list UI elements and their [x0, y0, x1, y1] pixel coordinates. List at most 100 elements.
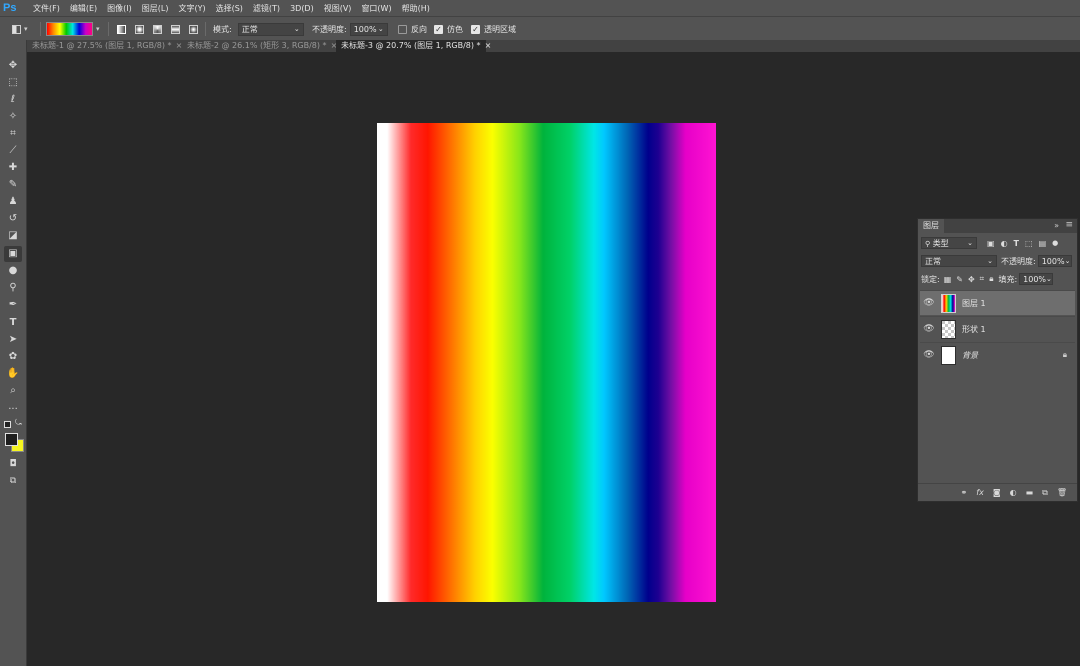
- collapse-icon[interactable]: »: [1054, 221, 1059, 230]
- opacity-field[interactable]: 100% ⌄: [349, 22, 388, 36]
- layer-row-layer-1[interactable]: 👁︎ 图层 1: [920, 290, 1075, 315]
- lock-all-icon[interactable]: 🔒︎: [989, 274, 993, 284]
- smart-object-filter-icon[interactable]: ▤: [1039, 239, 1047, 248]
- dodge-tool[interactable]: ⚲: [4, 280, 22, 296]
- radial-gradient-button[interactable]: [135, 17, 144, 41]
- tool-preset-picker[interactable]: ▾: [12, 17, 28, 41]
- trash-icon[interactable]: 🗑︎: [1057, 488, 1067, 497]
- gradient-picker[interactable]: ▾: [46, 17, 100, 41]
- eye-icon[interactable]: 👁︎: [923, 298, 935, 308]
- eyedropper-tool[interactable]: ⟋: [4, 143, 22, 159]
- mask-icon[interactable]: ◙: [993, 488, 1001, 497]
- reflected-gradient-button[interactable]: [171, 17, 180, 41]
- document-tab-bar: 未标题-1 @ 27.5% (图层 1, RGB/8) * × 未标题-2 @ 2…: [27, 40, 1080, 52]
- type-tool[interactable]: T: [4, 315, 22, 331]
- history-brush-tool[interactable]: ↺: [4, 211, 22, 227]
- move-tool[interactable]: ✥: [4, 58, 22, 74]
- layer-thumbnail: [941, 319, 956, 339]
- linear-gradient-button[interactable]: [117, 17, 126, 41]
- menu-3d[interactable]: 3D(D): [290, 4, 314, 13]
- dither-check-box[interactable]: ✓: [434, 24, 443, 34]
- zoom-tool[interactable]: ⌕: [4, 383, 22, 399]
- screen-mode-icon: ⧉: [9, 476, 17, 486]
- crop-tool[interactable]: ⌗: [4, 126, 22, 142]
- gradient-tool[interactable]: ▣: [4, 246, 22, 262]
- type-filter-icon[interactable]: T: [1014, 239, 1019, 248]
- default-colors-icon[interactable]: [4, 421, 11, 428]
- quick-mask-button[interactable]: ◘: [4, 456, 22, 472]
- swap-colors-icon[interactable]: ⤿: [15, 418, 22, 428]
- tab-document-2[interactable]: 未标题-2 @ 26.1% (矩形 3, RGB/8) * ×: [182, 40, 337, 52]
- tab-document-1[interactable]: 未标题-1 @ 27.5% (图层 1, RGB/8) * ×: [27, 40, 182, 52]
- gradient-preview[interactable]: [46, 22, 93, 36]
- tab-document-3[interactable]: 未标题-3 @ 20.7% (图层 1, RGB/8) * ×: [336, 40, 491, 52]
- marquee-icon: ⬚: [8, 77, 18, 88]
- fill-field[interactable]: 100% ⌄: [1019, 273, 1054, 285]
- lasso-tool[interactable]: ℓ: [4, 92, 22, 108]
- dither-checkbox[interactable]: ✓ 仿色: [434, 17, 463, 41]
- healing-brush-tool[interactable]: ✚: [4, 160, 22, 176]
- menu-filter[interactable]: 滤镜(T): [253, 3, 280, 14]
- fx-icon[interactable]: fx: [976, 488, 984, 497]
- layer-row-background[interactable]: 👁︎ 背景 🔒︎: [920, 342, 1075, 367]
- link-icon[interactable]: ⚭: [961, 488, 968, 497]
- layer-row-shape-1[interactable]: 👁︎ 形状 1: [920, 316, 1075, 341]
- close-icon[interactable]: ×: [485, 41, 492, 50]
- angle-gradient-button[interactable]: [153, 17, 162, 41]
- screen-mode-button[interactable]: ⧉: [4, 473, 22, 489]
- menu-type[interactable]: 文字(Y): [178, 3, 205, 14]
- pen-tool[interactable]: ✒: [4, 297, 22, 313]
- eraser-tool[interactable]: ◪: [4, 228, 22, 244]
- type-icon: T: [9, 317, 17, 328]
- chevron-down-icon: ⌄: [293, 25, 300, 33]
- adjustment-filter-icon[interactable]: ◐: [1001, 239, 1008, 248]
- dither-label: 仿色: [447, 24, 463, 34]
- layers-panel-tab[interactable]: 图层: [918, 219, 944, 233]
- menu-select[interactable]: 选择(S): [216, 3, 243, 14]
- shape-tool[interactable]: ✿: [4, 349, 22, 365]
- pixel-filter-icon[interactable]: ▣: [987, 239, 995, 248]
- reverse-check-box[interactable]: [398, 24, 407, 34]
- linear-gradient-icon: [117, 24, 126, 34]
- adjustment-icon[interactable]: ◐: [1010, 488, 1017, 497]
- diamond-gradient-button[interactable]: [189, 17, 198, 41]
- transparency-checkbox[interactable]: ✓ 透明区域: [471, 17, 516, 41]
- menu-view[interactable]: 视图(V): [324, 3, 352, 14]
- lock-position-icon[interactable]: ✥: [968, 275, 975, 284]
- marquee-tool[interactable]: ⬚: [4, 75, 22, 91]
- folder-icon[interactable]: ▬: [1026, 488, 1034, 497]
- lock-transparent-icon[interactable]: ▦: [944, 275, 952, 284]
- menu-image[interactable]: 图像(I): [107, 3, 132, 14]
- panel-menu-icon[interactable]: ≡: [1065, 220, 1073, 230]
- menu-window[interactable]: 窗口(W): [361, 3, 391, 14]
- path-selection-tool[interactable]: ➤: [4, 332, 22, 348]
- menu-layer[interactable]: 图层(L): [142, 3, 169, 14]
- eye-icon[interactable]: 👁︎: [923, 350, 935, 360]
- filter-toggle-icon[interactable]: ●: [1052, 239, 1058, 247]
- more-tools[interactable]: ···: [4, 402, 22, 418]
- mode-select[interactable]: 正常 ⌄: [237, 22, 304, 36]
- blur-tool[interactable]: ●: [4, 263, 22, 279]
- brush-tool[interactable]: ✎: [4, 177, 22, 193]
- menu-help[interactable]: 帮助(H): [402, 3, 430, 14]
- transparency-check-box[interactable]: ✓: [471, 24, 480, 34]
- hand-tool[interactable]: ✋: [4, 366, 22, 382]
- eraser-icon: ◪: [8, 230, 18, 241]
- foreground-color-swatch[interactable]: [5, 433, 18, 446]
- layer-filter-select[interactable]: ⚲ 类型 ⌄: [921, 237, 977, 249]
- angle-gradient-icon: [153, 24, 162, 34]
- document-canvas[interactable]: [377, 123, 716, 602]
- eye-icon[interactable]: 👁︎: [923, 324, 935, 334]
- layer-opacity-field[interactable]: 100% ⌄: [1037, 255, 1072, 267]
- shape-filter-icon[interactable]: ⬚: [1025, 239, 1033, 248]
- lock-image-icon[interactable]: ✎: [956, 275, 963, 284]
- clone-stamp-tool[interactable]: ♟: [4, 194, 22, 210]
- new-layer-icon[interactable]: ⧉: [1042, 488, 1048, 498]
- tab-title: 未标题-1 @ 27.5% (图层 1, RGB/8) *: [32, 41, 172, 50]
- blend-mode-select[interactable]: 正常 ⌄: [921, 255, 997, 267]
- menu-edit[interactable]: 编辑(E): [70, 3, 97, 14]
- magic-wand-tool[interactable]: ✧: [4, 109, 22, 125]
- menu-file[interactable]: 文件(F): [33, 3, 60, 14]
- reverse-checkbox[interactable]: 反向: [398, 17, 427, 41]
- lock-artboard-icon[interactable]: ⌗: [980, 274, 985, 284]
